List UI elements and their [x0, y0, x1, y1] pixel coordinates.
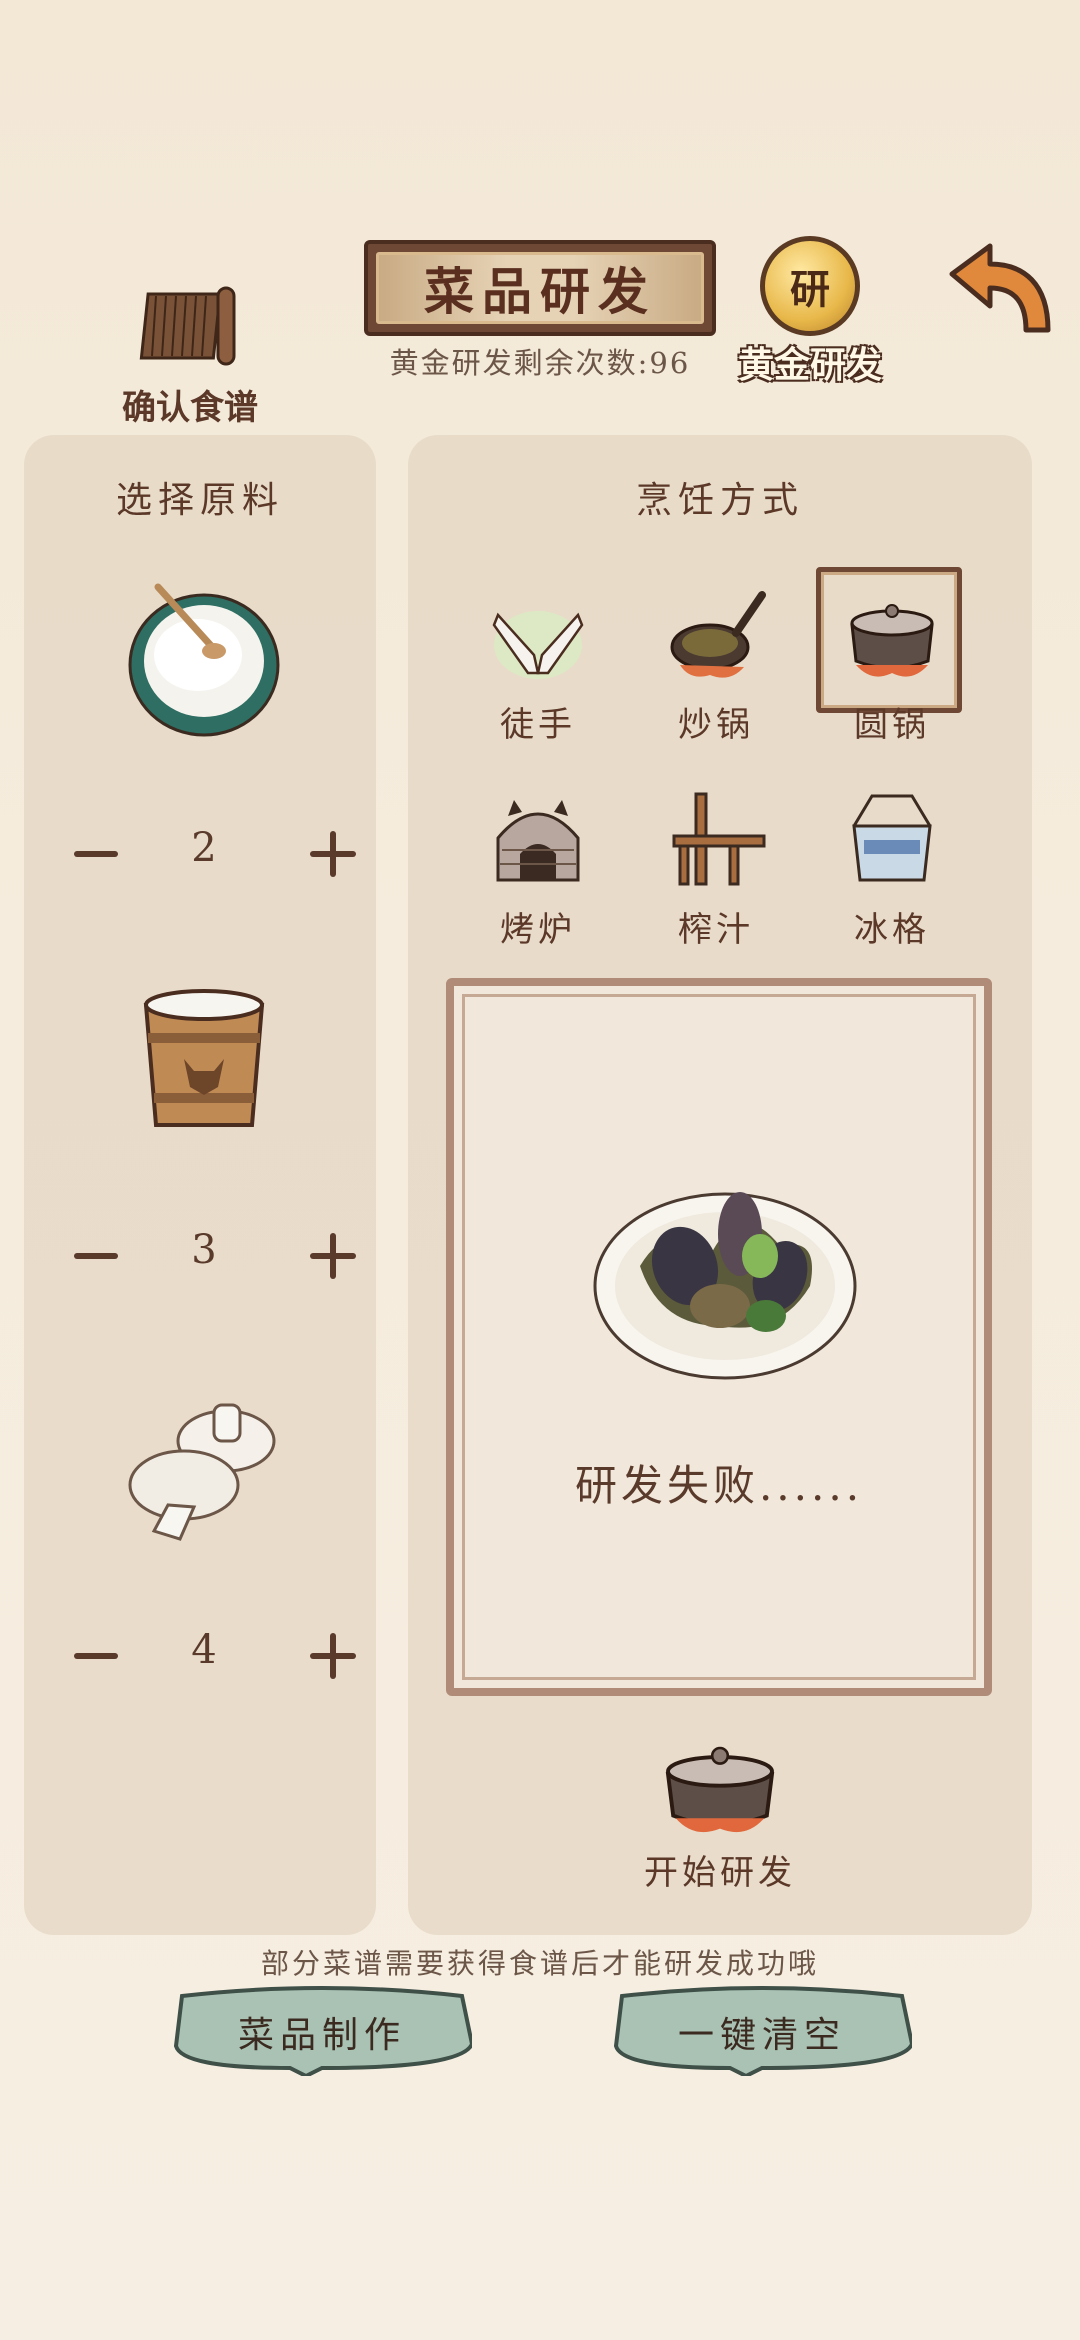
- clear-all-button[interactable]: 一键清空: [612, 1984, 912, 2076]
- result-frame: 研发失败......: [446, 978, 992, 1696]
- method-label: 圆锅: [854, 705, 930, 745]
- start-research-label: 开始研发: [644, 1853, 796, 1893]
- minus-button[interactable]: [74, 1253, 118, 1259]
- golden-remaining-count: 黄金研发剩余次数:96: [389, 346, 691, 380]
- plus-button[interactable]: [310, 1233, 356, 1279]
- method-label: 冰格: [854, 910, 930, 950]
- recipe-book-label: 确认食谱: [122, 388, 258, 428]
- milk-bucket-icon: [143, 989, 265, 1127]
- ingredient-quantity: 2: [191, 825, 217, 871]
- make-dish-label: 菜品制作: [237, 2015, 406, 2056]
- make-dish-button[interactable]: 菜品制作: [172, 1984, 472, 2076]
- recipe-book-button[interactable]: 确认食谱: [110, 270, 270, 428]
- plus-button[interactable]: [310, 831, 356, 877]
- ingredient-slot-1[interactable]: [114, 565, 294, 745]
- back-arrow-icon: [949, 243, 1051, 333]
- round-pot-icon: [665, 1746, 775, 1833]
- frying-pan-icon: [670, 591, 766, 678]
- method-juicer[interactable]: 榨汁: [636, 790, 796, 980]
- start-research-button[interactable]: 开始研发: [620, 1735, 820, 1895]
- hint-text: 部分菜谱需要获得食谱后才能研发成功哦: [260, 1947, 819, 1980]
- round-pot-icon: [850, 604, 934, 677]
- ingredients-panel: 选择原料 2 3 4: [24, 435, 376, 1935]
- golden-research-label: 黄金研发: [737, 344, 882, 386]
- method-label: 烤炉: [500, 910, 576, 950]
- ingredient-slot-2[interactable]: [114, 975, 294, 1155]
- method-ice-box[interactable]: 冰格: [812, 790, 972, 980]
- minus-button[interactable]: [74, 1653, 118, 1659]
- hands-icon: [492, 611, 584, 679]
- failed-dish-icon: [593, 1192, 857, 1380]
- cooking-title: 烹饪方式: [635, 480, 804, 521]
- method-frying-pan[interactable]: 炒锅: [636, 585, 796, 775]
- plus-button[interactable]: [310, 1633, 356, 1679]
- mushroom-icon: [128, 1403, 276, 1541]
- minus-button[interactable]: [74, 851, 118, 857]
- ingredient-quantity: 3: [191, 1227, 217, 1273]
- ingredient-stepper-1: 2: [54, 825, 356, 885]
- back-button[interactable]: [944, 240, 1056, 340]
- method-label: 徒手: [500, 705, 576, 745]
- scroll-icon: [139, 286, 236, 366]
- gold-coin-icon: 研: [760, 236, 860, 336]
- page-title: 菜品研发: [424, 262, 656, 321]
- ingredients-title: 选择原料: [115, 480, 284, 521]
- juicer-icon: [672, 792, 766, 886]
- method-hands[interactable]: 徒手: [458, 585, 618, 775]
- method-label: 榨汁: [678, 910, 754, 950]
- ingredient-stepper-2: 3: [54, 1227, 356, 1287]
- method-oven[interactable]: 烤炉: [458, 790, 618, 980]
- method-round-pot[interactable]: 圆锅: [812, 567, 972, 775]
- rice-bowl-icon: [128, 583, 280, 737]
- method-label: 炒锅: [678, 705, 754, 745]
- ice-box-icon: [852, 794, 932, 882]
- ingredient-stepper-3: 4: [54, 1627, 356, 1687]
- result-text: 研发失败......: [574, 1461, 864, 1510]
- title-plate: 菜品研发: [364, 240, 716, 336]
- golden-research-button[interactable]: 研 黄金研发: [720, 232, 900, 392]
- ingredient-quantity: 4: [191, 1627, 217, 1673]
- clear-all-label: 一键清空: [677, 2015, 846, 2056]
- ingredient-slot-3[interactable]: [114, 1375, 294, 1555]
- oven-icon: [496, 800, 580, 882]
